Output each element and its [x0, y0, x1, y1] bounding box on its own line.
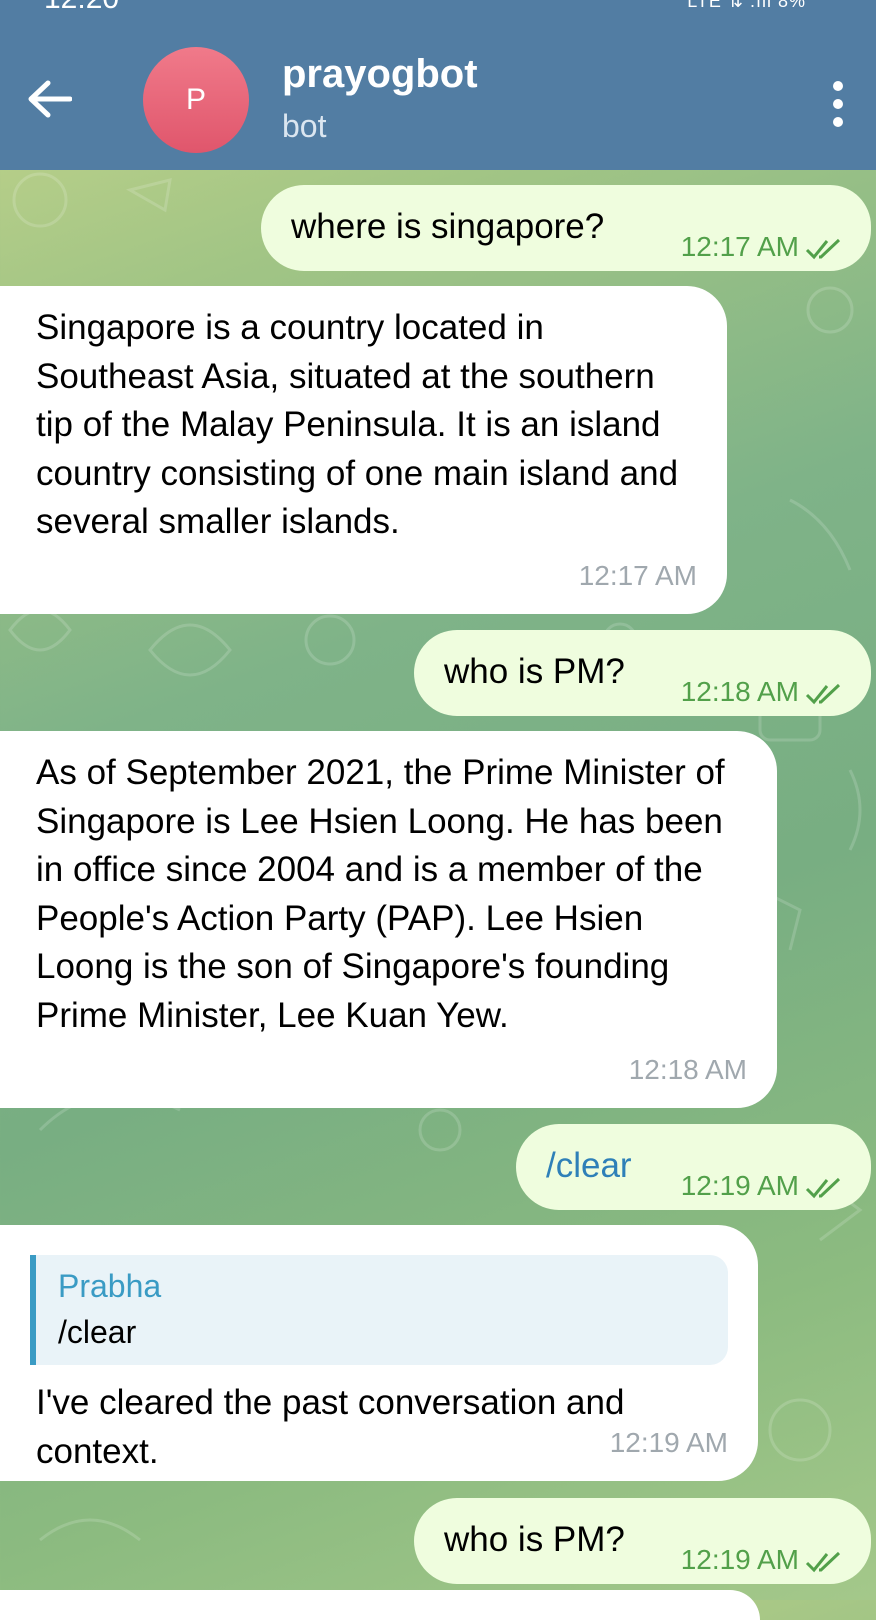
chat-title[interactable]: prayogbot	[282, 52, 478, 97]
reply-author: Prabha	[58, 1268, 162, 1304]
reply-quote[interactable]: Prabha /clear	[30, 1255, 728, 1365]
message-text: where is singapore?	[291, 207, 605, 246]
message-time: 12:19 AM	[680, 1544, 799, 1575]
double-check-icon	[805, 1177, 841, 1199]
message-meta: 12:19 AM	[681, 1536, 841, 1585]
incoming-message[interactable]: Prabha /clear I've cleared the past conv…	[0, 1225, 758, 1481]
chat-header: P prayogbot bot	[0, 18, 876, 170]
message-time: 12:17 AM	[680, 231, 799, 262]
message-text: Singapore is a country located in Southe…	[36, 308, 679, 541]
status-bar: 12:20 LTE ⇅ .ıll 8%	[0, 0, 876, 18]
status-time: 12:20	[44, 0, 119, 14]
status-indicators: LTE ⇅ .ıll 8%	[687, 0, 806, 11]
message-meta: 12:19 AM	[681, 1162, 841, 1211]
message-meta: 12:18 AM	[681, 668, 841, 717]
double-check-icon	[805, 683, 841, 705]
message-text: who is PM?	[444, 652, 625, 691]
avatar[interactable]: P	[143, 47, 249, 153]
command-link[interactable]: /clear	[546, 1142, 632, 1191]
more-vertical-icon[interactable]	[826, 78, 850, 130]
outgoing-message[interactable]: who is PM? 12:18 AM	[414, 630, 871, 716]
message-text: As of September 2021, the Prime Minister…	[36, 753, 725, 1035]
outgoing-message[interactable]: where is singapore? 12:17 AM	[261, 185, 871, 271]
reply-text: /clear	[58, 1314, 137, 1350]
message-time: 12:18 AM	[680, 676, 799, 707]
double-check-icon	[805, 238, 841, 260]
chat-subtitle: bot	[282, 108, 327, 144]
outgoing-message[interactable]: who is PM? 12:19 AM	[414, 1498, 871, 1584]
incoming-message[interactable]: Singapore is a country located in Southe…	[0, 286, 727, 614]
arrow-left-icon[interactable]	[26, 78, 72, 120]
double-check-icon	[805, 1551, 841, 1573]
message-meta: 12:17 AM	[681, 223, 841, 272]
incoming-message[interactable]: As of September 2021, the Prime Minister…	[0, 731, 777, 1108]
message-time: 12:18 AM	[628, 1053, 747, 1085]
incoming-message-partial	[0, 1590, 760, 1620]
message-time: 12:19 AM	[609, 1426, 728, 1458]
message-time: 12:19 AM	[680, 1170, 799, 1201]
message-time: 12:17 AM	[578, 559, 697, 591]
message-text: who is PM?	[444, 1520, 625, 1559]
outgoing-message[interactable]: /clear 12:19 AM	[516, 1124, 871, 1210]
